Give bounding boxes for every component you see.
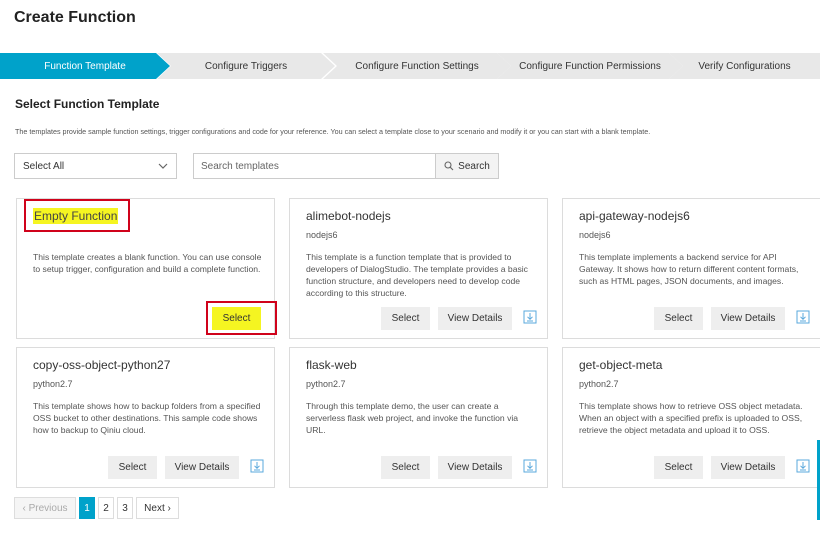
chevron-right-icon: › <box>164 502 171 514</box>
card-runtime: python2.7 <box>579 379 619 389</box>
select-button[interactable]: Select <box>654 307 703 330</box>
section-description: The templates provide sample function se… <box>15 127 651 136</box>
chevron-down-icon <box>158 163 168 169</box>
previous-page-button[interactable]: ‹ Previous <box>14 497 76 519</box>
template-card-get-object-meta: get-object-meta python2.7 This template … <box>562 347 820 488</box>
card-description: This template is a function template tha… <box>306 252 528 298</box>
card-runtime: python2.7 <box>306 379 346 389</box>
template-card-copy-oss-object-python27: copy-oss-object-python27 python2.7 This … <box>16 347 275 488</box>
download-icon[interactable] <box>523 310 537 324</box>
download-icon[interactable] <box>796 459 810 473</box>
card-title: flask-web <box>306 358 357 372</box>
card-description: This template shows how to backup folder… <box>33 401 261 435</box>
select-button[interactable]: Select <box>108 456 157 479</box>
section-title: Select Function Template <box>15 97 160 111</box>
search-icon <box>444 161 454 171</box>
annotation-box <box>24 199 130 232</box>
download-icon[interactable] <box>796 310 810 324</box>
page-title: Create Function <box>14 9 136 26</box>
template-filter-select[interactable]: Select All <box>14 153 177 179</box>
view-details-button[interactable]: View Details <box>438 307 512 330</box>
template-card-alimebot-nodejs: alimebot-nodejs nodejs6 This template is… <box>289 198 548 339</box>
template-card-empty-function: Empty Function This template creates a b… <box>16 198 277 339</box>
next-label: Next <box>144 502 165 514</box>
wizard-steps: Function Template Configure Triggers Con… <box>0 53 820 79</box>
card-runtime: nodejs6 <box>306 230 338 240</box>
card-title: copy-oss-object-python27 <box>33 358 171 372</box>
annotation-box <box>206 301 277 335</box>
card-description: This template implements a backend servi… <box>579 252 799 286</box>
search-button-label: Search <box>458 160 490 172</box>
download-icon[interactable] <box>523 459 537 473</box>
step-configure-triggers: Configure Triggers <box>157 53 335 79</box>
step-configure-function-permissions: Configure Function Permissions <box>497 53 683 79</box>
view-details-button[interactable]: View Details <box>165 456 239 479</box>
step-verify-configurations: Verify Configurations <box>669 53 820 79</box>
select-button[interactable]: Select <box>381 456 430 479</box>
card-description: Through this template demo, the user can… <box>306 401 519 435</box>
template-card-api-gateway-nodejs6: api-gateway-nodejs6 nodejs6 This templat… <box>562 198 820 339</box>
step-configure-function-settings: Configure Function Settings <box>323 53 511 79</box>
page-3-button[interactable]: 3 <box>117 497 133 519</box>
card-title: get-object-meta <box>579 358 663 372</box>
step-function-template: Function Template <box>0 53 170 79</box>
filter-select-value: Select All <box>23 160 65 172</box>
search-input[interactable] <box>193 153 436 179</box>
card-runtime: nodejs6 <box>579 230 611 240</box>
page-1-button[interactable]: 1 <box>79 497 95 519</box>
card-title: api-gateway-nodejs6 <box>579 209 690 223</box>
card-description: This template creates a blank function. … <box>33 252 262 274</box>
previous-label: Previous <box>28 502 68 514</box>
search-button[interactable]: Search <box>435 153 499 179</box>
pagination: ‹ Previous 1 2 3 Next › <box>14 497 179 519</box>
select-button[interactable]: Select <box>654 456 703 479</box>
download-icon[interactable] <box>250 459 264 473</box>
template-card-flask-web: flask-web python2.7 Through this templat… <box>289 347 548 488</box>
view-details-button[interactable]: View Details <box>711 307 785 330</box>
next-page-button[interactable]: Next › <box>136 497 179 519</box>
card-title: alimebot-nodejs <box>306 209 391 223</box>
view-details-button[interactable]: View Details <box>711 456 785 479</box>
card-runtime: python2.7 <box>33 379 73 389</box>
card-description: This template shows how to retrieve OSS … <box>579 401 803 435</box>
select-button[interactable]: Select <box>381 307 430 330</box>
view-details-button[interactable]: View Details <box>438 456 512 479</box>
page-2-button[interactable]: 2 <box>98 497 114 519</box>
